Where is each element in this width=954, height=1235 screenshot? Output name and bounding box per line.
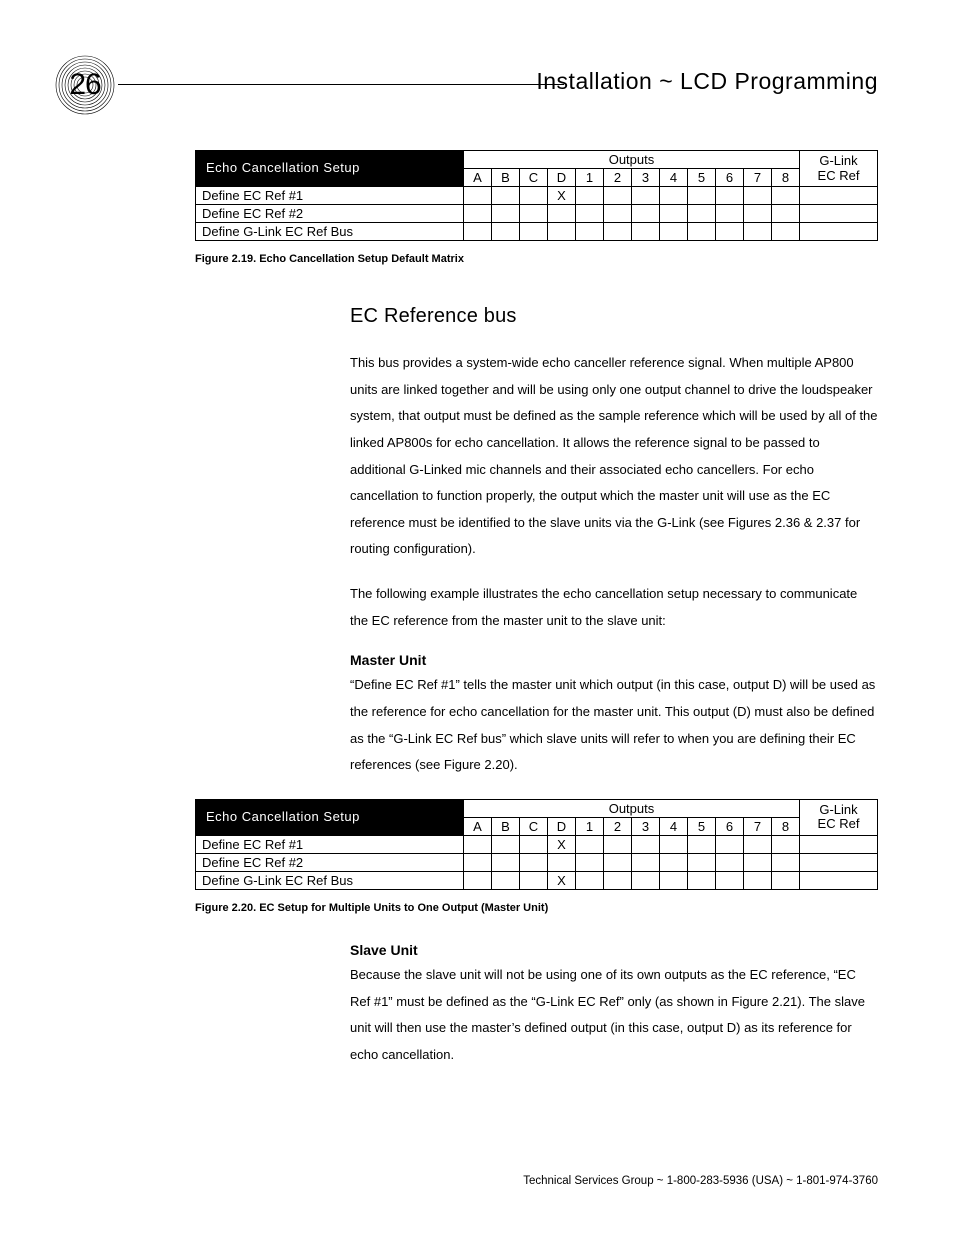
cell-mark: X: [547, 835, 575, 853]
table-row: Define G-Link EC Ref Bus: [196, 223, 878, 241]
glink-header: G-Link EC Ref: [799, 799, 877, 835]
col-3: 3: [631, 817, 659, 835]
header-rule: [118, 84, 564, 85]
master-unit-heading: Master Unit: [350, 652, 878, 668]
col-4: 4: [659, 169, 687, 187]
cell-mark: X: [547, 871, 575, 889]
body-para-2: The following example illustrates the ec…: [350, 581, 878, 634]
table-row: Define EC Ref #2: [196, 853, 878, 871]
slave-unit-para: Because the slave unit will not be using…: [350, 962, 878, 1069]
page-header-title: Installation ~ LCD Programming: [536, 68, 878, 95]
section-heading: EC Reference bus: [350, 305, 878, 328]
slave-unit-heading: Slave Unit: [350, 942, 878, 958]
row-label: Define G-Link EC Ref Bus: [196, 223, 464, 241]
fig-220-caption: Figure 2.20. EC Setup for Multiple Units…: [195, 902, 878, 914]
col-2: 2: [603, 817, 631, 835]
col-1: 1: [575, 169, 603, 187]
col-C: C: [519, 817, 547, 835]
page-number-badge: 26: [55, 55, 115, 115]
page-number: 26: [69, 68, 100, 102]
col-1: 1: [575, 817, 603, 835]
row-label: Define EC Ref #2: [196, 853, 464, 871]
table-row: Define EC Ref #1 X: [196, 835, 878, 853]
col-8: 8: [771, 169, 799, 187]
col-6: 6: [715, 169, 743, 187]
fig-219-caption: Figure 2.19. Echo Cancellation Setup Def…: [195, 253, 878, 265]
col-A: A: [463, 817, 491, 835]
col-5: 5: [687, 817, 715, 835]
table-row: Define G-Link EC Ref Bus X: [196, 871, 878, 889]
col-5: 5: [687, 169, 715, 187]
col-D: D: [547, 169, 575, 187]
outputs-header: Outputs: [463, 799, 799, 817]
fig-219-table: Echo Cancellation Setup Outputs G-Link E…: [195, 150, 878, 241]
row-label: Define EC Ref #2: [196, 205, 464, 223]
col-C: C: [519, 169, 547, 187]
fig-220-table: Echo Cancellation Setup Outputs G-Link E…: [195, 799, 878, 890]
col-D: D: [547, 817, 575, 835]
glink-header: G-Link EC Ref: [799, 151, 877, 187]
outputs-header: Outputs: [463, 151, 799, 169]
col-7: 7: [743, 169, 771, 187]
table-row: Define EC Ref #2: [196, 205, 878, 223]
col-6: 6: [715, 817, 743, 835]
col-4: 4: [659, 817, 687, 835]
row-label: Define EC Ref #1: [196, 835, 464, 853]
col-3: 3: [631, 169, 659, 187]
master-unit-para: “Define EC Ref #1” tells the master unit…: [350, 672, 878, 779]
page-footer: Technical Services Group ~ 1-800-283-593…: [523, 1175, 878, 1187]
matrix-title: Echo Cancellation Setup: [196, 151, 464, 187]
col-8: 8: [771, 817, 799, 835]
glink-line2: EC Ref: [818, 168, 860, 183]
col-B: B: [491, 817, 519, 835]
col-7: 7: [743, 817, 771, 835]
glink-line2: EC Ref: [818, 816, 860, 831]
glink-line1: G-Link: [819, 802, 857, 817]
matrix-title: Echo Cancellation Setup: [196, 799, 464, 835]
body-para-1: This bus provides a system-wide echo can…: [350, 350, 878, 563]
row-label: Define G-Link EC Ref Bus: [196, 871, 464, 889]
row-label: Define EC Ref #1: [196, 187, 464, 205]
table-row: Define EC Ref #1 X: [196, 187, 878, 205]
col-A: A: [463, 169, 491, 187]
col-B: B: [491, 169, 519, 187]
glink-line1: G-Link: [819, 153, 857, 168]
col-2: 2: [603, 169, 631, 187]
cell-mark: X: [547, 187, 575, 205]
